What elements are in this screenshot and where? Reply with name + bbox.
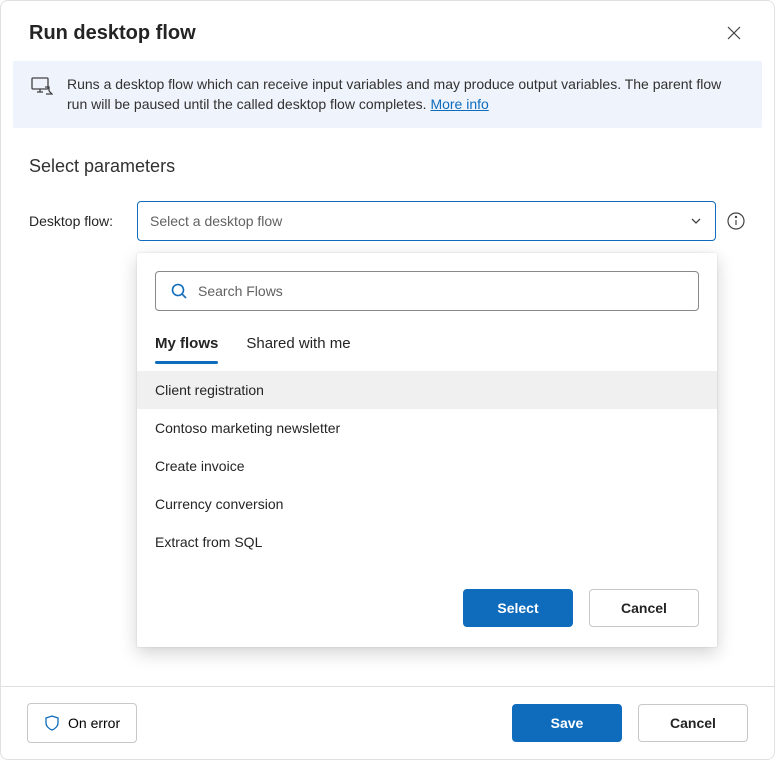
dialog-header: Run desktop flow — [1, 1, 774, 61]
section-title: Select parameters — [29, 156, 746, 177]
search-input[interactable] — [198, 283, 684, 299]
footer-right: Save Cancel — [512, 704, 748, 742]
desktop-flow-icon — [31, 77, 53, 100]
search-wrap — [155, 271, 699, 311]
select-button[interactable]: Select — [463, 589, 573, 627]
dropdown-wrap: Select a desktop flow — [137, 201, 746, 241]
run-desktop-flow-dialog: Run desktop flow Runs a desktop flow whi… — [0, 0, 775, 760]
close-icon — [726, 25, 742, 41]
panel-footer: Select Cancel — [137, 561, 717, 627]
flow-item[interactable]: Client registration — [137, 371, 717, 409]
flow-tabs: My flows Shared with me — [137, 325, 717, 365]
on-error-button[interactable]: On error — [27, 703, 137, 743]
flow-list: Client registration Contoso marketing ne… — [137, 371, 717, 561]
panel-cancel-button[interactable]: Cancel — [589, 589, 699, 627]
flow-item[interactable]: Contoso marketing newsletter — [137, 409, 717, 447]
flow-picker-panel: My flows Shared with me Client registrat… — [137, 253, 717, 647]
dialog-footer: On error Save Cancel — [1, 686, 774, 759]
dropdown-placeholder: Select a desktop flow — [150, 213, 282, 229]
desktop-flow-label: Desktop flow: — [29, 213, 125, 229]
info-banner-text: Runs a desktop flow which can receive in… — [67, 75, 744, 114]
info-banner: Runs a desktop flow which can receive in… — [13, 61, 762, 128]
banner-description: Runs a desktop flow which can receive in… — [67, 76, 721, 112]
flow-item[interactable]: Extract from SQL — [137, 523, 717, 561]
dialog-title: Run desktop flow — [29, 22, 196, 45]
desktop-flow-field-row: Desktop flow: Select a desktop flow — [29, 201, 746, 241]
search-icon — [170, 282, 188, 300]
tab-shared-with-me[interactable]: Shared with me — [246, 325, 350, 364]
search-box[interactable] — [155, 271, 699, 311]
desktop-flow-dropdown[interactable]: Select a desktop flow — [137, 201, 716, 241]
close-button[interactable] — [722, 21, 746, 45]
chevron-down-icon — [689, 214, 703, 228]
flow-item[interactable]: Create invoice — [137, 447, 717, 485]
tab-my-flows[interactable]: My flows — [155, 325, 218, 364]
save-button[interactable]: Save — [512, 704, 622, 742]
more-info-link[interactable]: More info — [430, 96, 488, 112]
info-icon — [727, 212, 745, 230]
flow-item[interactable]: Currency conversion — [137, 485, 717, 523]
shield-icon — [44, 715, 60, 731]
on-error-label: On error — [68, 715, 120, 731]
cancel-button[interactable]: Cancel — [638, 704, 748, 742]
field-info-button[interactable] — [726, 211, 746, 231]
